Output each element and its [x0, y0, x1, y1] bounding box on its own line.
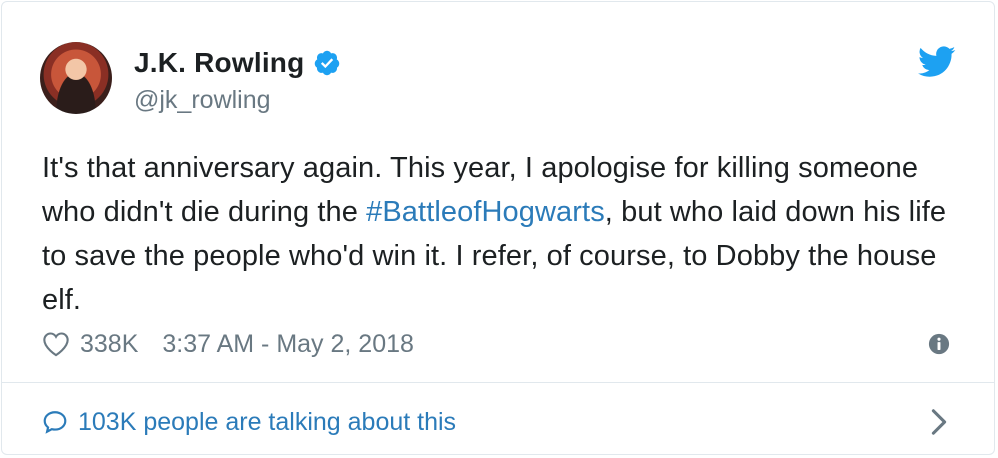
avatar[interactable] [40, 42, 112, 114]
author-name[interactable]: J.K. Rowling [134, 47, 304, 79]
tweet-timestamp[interactable]: 3:37 AM - May 2, 2018 [162, 330, 414, 359]
heart-icon[interactable] [42, 331, 70, 357]
speech-bubble-icon [43, 411, 67, 434]
tweet-meta: 338K 3:37 AM - May 2, 2018 [42, 328, 414, 360]
like-count[interactable]: 338K [80, 330, 138, 359]
author-handle[interactable]: @jk_rowling [134, 86, 271, 115]
hashtag-link[interactable]: #BattleofHogwarts [366, 196, 605, 228]
conversation-link[interactable]: 103K people are talking about this [42, 406, 456, 438]
embedded-tweet-card: J.K. Rowling @jk_rowling It's that anniv… [1, 1, 995, 455]
tweet-text: It's that anniversary again. This year, … [42, 146, 962, 322]
verified-badge-icon [315, 50, 340, 76]
author-name-row[interactable]: J.K. Rowling [134, 46, 341, 80]
info-icon[interactable] [928, 333, 950, 355]
talking-count-text[interactable]: 103K people are talking about this [78, 408, 456, 437]
divider [2, 382, 994, 383]
twitter-bird-icon[interactable] [918, 46, 956, 78]
chevron-right-icon[interactable] [930, 408, 948, 436]
